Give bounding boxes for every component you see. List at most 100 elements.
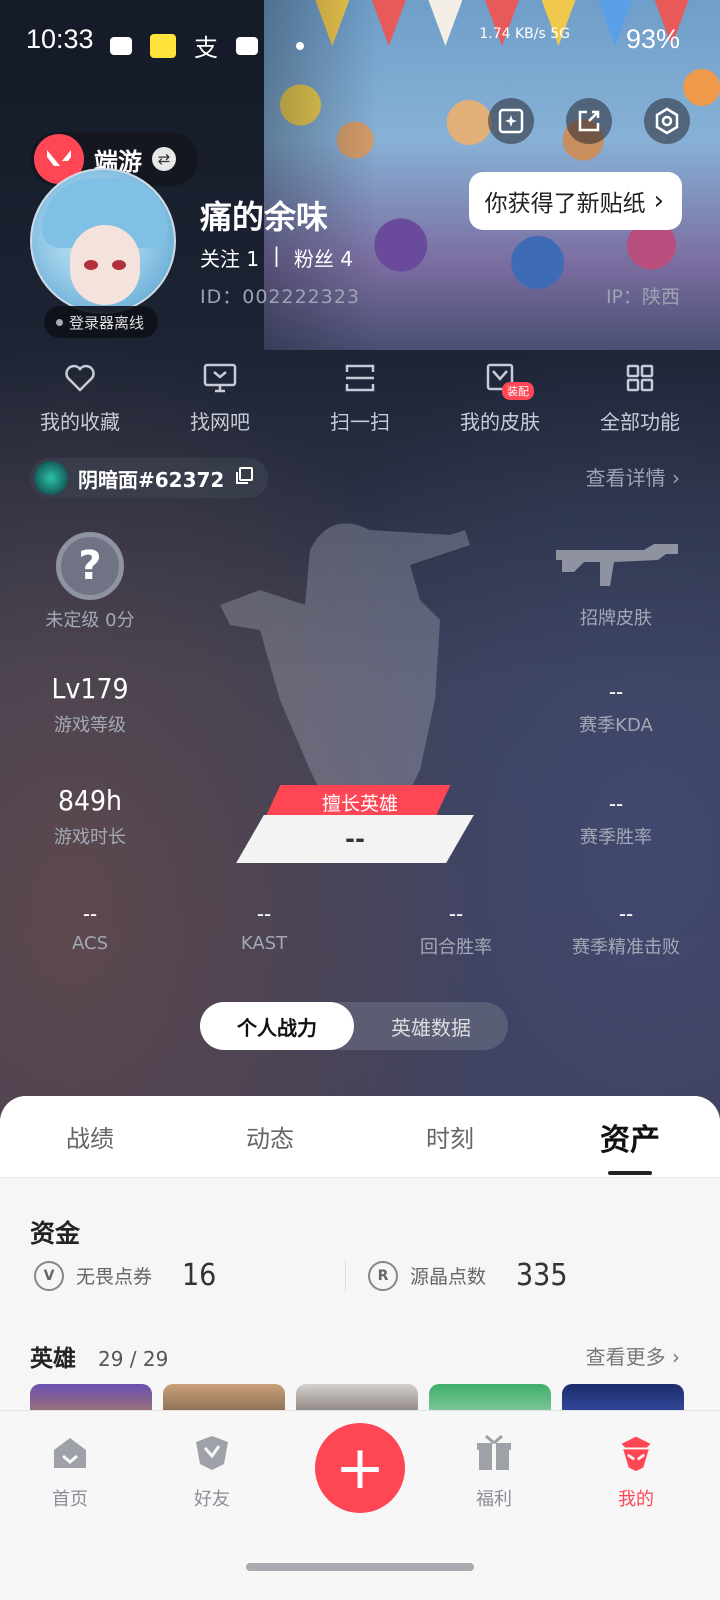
tab-feed[interactable]: 动态 xyxy=(210,1119,330,1154)
rp-label: 源晶点数 xyxy=(410,1266,487,1288)
level-stat: Lv179 游戏等级 xyxy=(0,672,180,737)
func-find-cafe[interactable]: 找网吧 xyxy=(158,360,282,435)
signature-skin-label: 招牌皮肤 xyxy=(580,608,652,629)
level-value: Lv179 xyxy=(51,672,129,705)
func-label: 全部功能 xyxy=(600,410,680,434)
func-scan[interactable]: 扫一扫 xyxy=(298,360,422,435)
following-count[interactable]: 关注 1 xyxy=(200,243,259,272)
heart-icon xyxy=(62,360,98,396)
func-all-features[interactable]: 全部功能 xyxy=(578,360,702,435)
winrate-stat: -- 赛季胜率 xyxy=(526,792,706,849)
rifle-icon xyxy=(526,540,706,598)
function-row: 我的收藏 找网吧 扫一扫 装配 我的皮肤 全部功能 xyxy=(18,360,702,435)
bottom-nav: 首页 好友 + 福利 我的 xyxy=(0,1410,720,1600)
heroes-header: 英雄 29 / 29 xyxy=(30,1339,168,1373)
new-sticker-notice[interactable]: 你获得了新贴纸 › xyxy=(468,172,682,230)
friends-icon xyxy=(192,1433,232,1473)
rp-value: 335 xyxy=(516,1258,568,1293)
launcher-status-badge: 登录器离线 xyxy=(44,306,159,338)
copy-icon[interactable] xyxy=(234,466,254,490)
precise-kill-stat: -- 赛季精准击败 xyxy=(536,902,716,959)
hours-value: 849h xyxy=(57,784,123,817)
launcher-status-text: 登录器离线 xyxy=(69,313,145,332)
tab-moments[interactable]: 时刻 xyxy=(390,1119,510,1154)
notification-icons: 支 xyxy=(110,28,304,63)
acs-label: ACS xyxy=(72,933,108,954)
skin-badge: 装配 xyxy=(502,382,534,400)
tab-match-record[interactable]: 战绩 xyxy=(30,1119,150,1154)
gift-icon xyxy=(474,1433,514,1473)
nav-home[interactable]: 首页 xyxy=(10,1433,130,1511)
game-account-chip[interactable]: 阴暗面#62372 xyxy=(30,458,269,498)
status-bar: 10:33 支 1.74 KB/s 5G 93% xyxy=(0,18,720,62)
hours-stat: 849h 游戏时长 xyxy=(0,784,180,849)
nav-friends[interactable]: 好友 xyxy=(152,1433,272,1511)
rank-stat[interactable]: ? 未定级 0分 xyxy=(0,532,180,632)
battery-level: 93% xyxy=(625,24,680,54)
view-detail-label: 查看详情 xyxy=(585,466,666,490)
profile-icon xyxy=(616,1433,656,1473)
vp-balance: V 无畏点券 16 xyxy=(34,1258,216,1293)
nav-profile[interactable]: 我的 xyxy=(576,1433,696,1511)
stats-segment-control: 个人战力 英雄数据 xyxy=(200,1002,508,1050)
ip-location: IP：陕西 xyxy=(605,286,680,308)
best-hero-value: -- xyxy=(345,825,365,853)
segment-personal-power[interactable]: 个人战力 xyxy=(200,1002,354,1050)
network-indicator: 1.74 KB/s 5G xyxy=(479,26,570,42)
rp-balance: R 源晶点数 335 xyxy=(368,1258,568,1293)
nav-label: 福利 xyxy=(476,1489,512,1510)
follow-stats: 关注 1 | 粉丝 4 xyxy=(200,243,353,272)
share-icon[interactable] xyxy=(566,98,612,144)
chevron-right-icon: › xyxy=(672,1345,680,1369)
create-post-button[interactable]: + xyxy=(315,1423,405,1513)
home-indicator xyxy=(246,1563,474,1571)
valorant-points-icon: V xyxy=(34,1260,64,1291)
round-win-stat: -- 回合胜率 xyxy=(366,902,546,959)
acs-stat: -- ACS xyxy=(0,902,180,954)
level-label: 游戏等级 xyxy=(54,715,126,736)
kast-label: KAST xyxy=(240,933,288,954)
view-detail-link[interactable]: 查看详情 › xyxy=(586,462,680,491)
chevron-right-icon: › xyxy=(653,186,664,216)
round-win-value: -- xyxy=(448,902,464,927)
func-label: 找网吧 xyxy=(190,410,250,434)
precise-label: 赛季精准击败 xyxy=(572,937,680,958)
swap-icon: ⇄ xyxy=(152,147,176,171)
grid-icon xyxy=(622,360,658,396)
func-favorites[interactable]: 我的收藏 xyxy=(18,360,142,435)
signature-skin-stat[interactable]: 招牌皮肤 xyxy=(526,540,706,630)
kda-stat: -- 赛季KDA xyxy=(526,680,706,737)
kast-value: -- xyxy=(256,902,272,927)
game-account-name: 阴暗面#62372 xyxy=(78,467,225,492)
avatar[interactable] xyxy=(30,168,176,314)
tab-assets[interactable]: 资产 xyxy=(570,1115,690,1175)
chevron-right-icon: › xyxy=(672,466,680,490)
radianite-points-icon: R xyxy=(368,1260,398,1291)
message-icon xyxy=(110,36,132,55)
monitor-icon xyxy=(202,360,238,396)
func-my-skins[interactable]: 装配 我的皮肤 xyxy=(438,360,562,435)
acs-value: -- xyxy=(82,902,98,927)
kda-value: -- xyxy=(608,680,624,705)
segment-hero-data[interactable]: 英雄数据 xyxy=(354,1002,508,1050)
round-win-label: 回合胜率 xyxy=(420,937,492,958)
func-label: 扫一扫 xyxy=(330,410,390,434)
fans-count[interactable]: 粉丝 4 xyxy=(294,243,353,272)
view-more-label: 查看更多 xyxy=(585,1345,666,1369)
settings-icon[interactable] xyxy=(644,98,690,144)
user-id: ID：002222323 xyxy=(200,286,361,308)
sticker-notice-text: 你获得了新贴纸 xyxy=(484,191,646,217)
scan-icon xyxy=(342,360,378,396)
status-dot-icon xyxy=(56,318,63,326)
func-label: 我的皮肤 xyxy=(460,410,540,434)
sticker-edit-icon[interactable] xyxy=(488,98,534,144)
vp-label: 无畏点券 xyxy=(76,1266,153,1288)
heroes-count: 29 / 29 xyxy=(98,1347,169,1371)
winrate-value: -- xyxy=(608,792,624,817)
view-more-link[interactable]: 查看更多 › xyxy=(586,1341,680,1370)
player-card-icon xyxy=(34,461,68,495)
divider xyxy=(345,1260,346,1292)
content-tabs: 战绩 动态 时刻 资产 xyxy=(0,1096,720,1178)
unranked-icon: ? xyxy=(56,532,124,600)
nav-welfare[interactable]: 福利 xyxy=(434,1433,554,1511)
